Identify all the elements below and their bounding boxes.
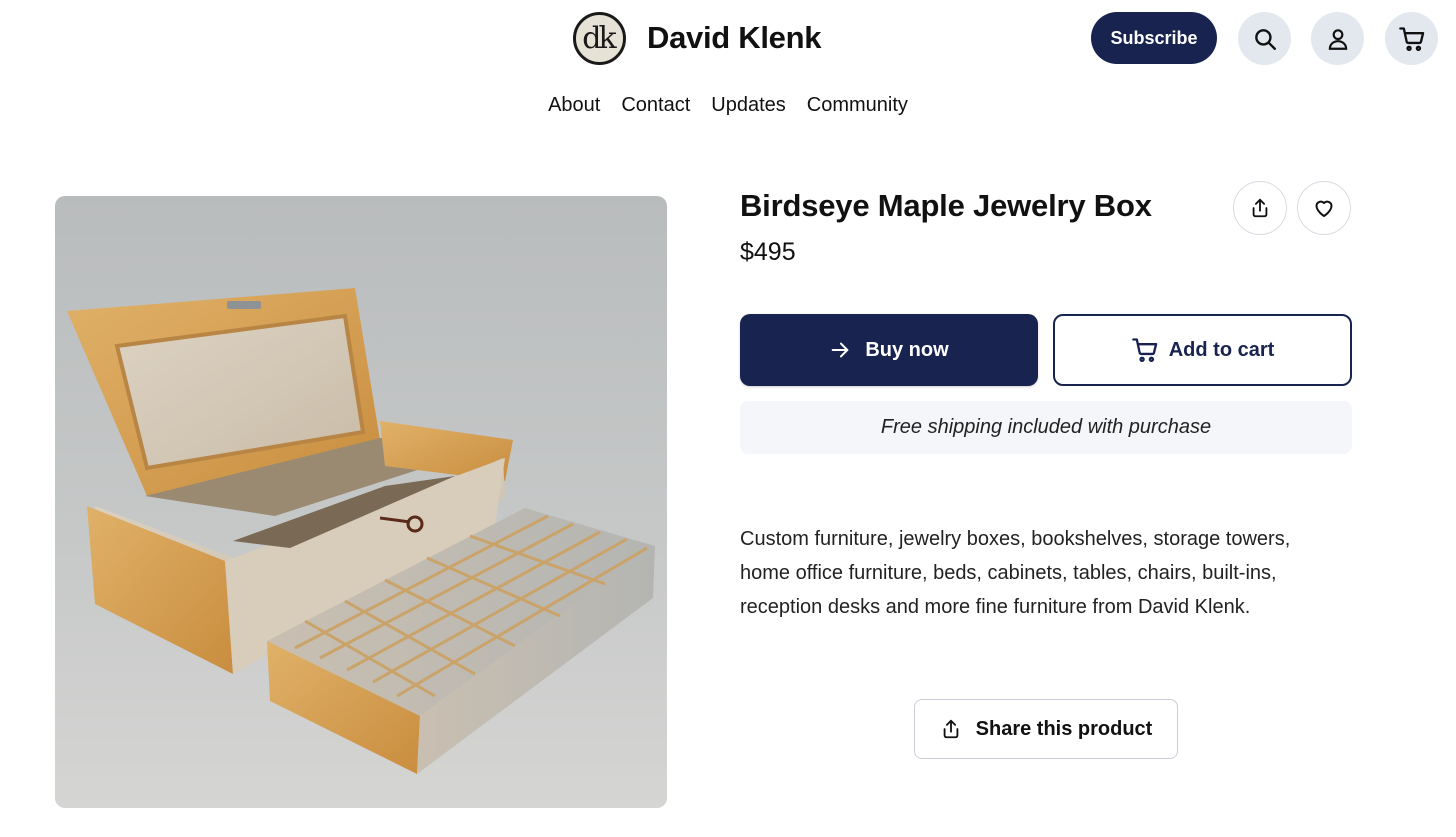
buy-now-label: Buy now: [865, 338, 949, 361]
share-product-label: Share this product: [975, 717, 1153, 740]
nav-item-updates[interactable]: Updates: [711, 94, 786, 117]
cart-icon: [1131, 338, 1157, 363]
buy-now-button[interactable]: Buy now: [740, 314, 1038, 386]
add-to-cart-label: Add to cart: [1168, 338, 1275, 361]
share-icon: [1252, 198, 1268, 218]
product-description: Custom furniture, jewelry boxes, bookshe…: [740, 528, 1291, 618]
cart-icon: [1398, 26, 1424, 51]
favorite-button[interactable]: [1297, 181, 1351, 235]
subscribe-button[interactable]: Subscribe: [1091, 12, 1217, 64]
add-to-cart-button[interactable]: Add to cart: [1053, 314, 1352, 386]
cart-button[interactable]: [1385, 12, 1438, 65]
product-price: $495: [740, 238, 796, 266]
nav-item-community[interactable]: Community: [807, 94, 908, 117]
arrow-right-icon: [831, 342, 849, 358]
brand-name[interactable]: David Klenk: [647, 20, 821, 56]
share-product-button[interactable]: Share this product: [914, 699, 1178, 759]
main-nav: About Contact Updates Community: [0, 94, 1456, 117]
product-image[interactable]: [55, 196, 667, 808]
nav-item-about[interactable]: About: [548, 94, 600, 117]
nav-item-contact[interactable]: Contact: [621, 94, 690, 117]
product-title: Birdseye Maple Jewelry Box: [740, 188, 1152, 223]
heart-icon: [1315, 200, 1333, 217]
share-icon: [943, 719, 958, 739]
jewelry-box-photo: [67, 288, 655, 774]
share-button[interactable]: [1233, 181, 1287, 235]
search-icon: [1254, 28, 1276, 50]
brand[interactable]: dk David Klenk: [573, 11, 821, 65]
search-button[interactable]: [1238, 12, 1291, 65]
user-icon: [1328, 28, 1347, 50]
account-button[interactable]: [1311, 12, 1364, 65]
shipping-note: Free shipping included with purchase: [740, 401, 1352, 454]
brand-logo[interactable]: dk: [573, 11, 626, 65]
